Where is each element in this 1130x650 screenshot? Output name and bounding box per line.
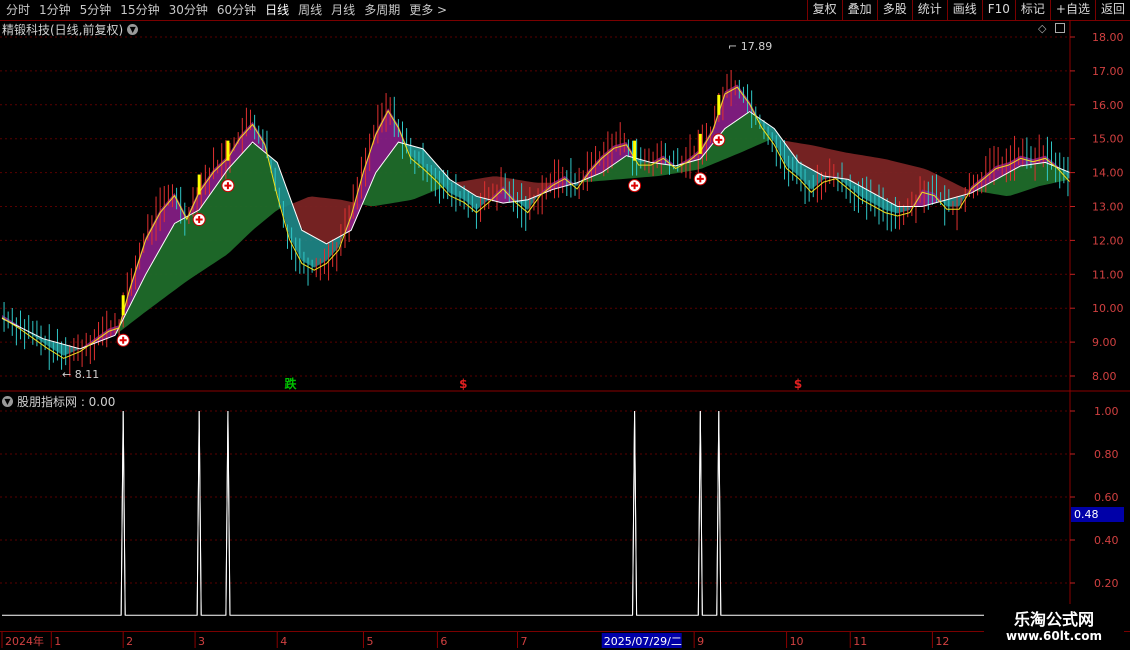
time-label-7: 7	[521, 635, 528, 648]
price-axis-label-4: 14.00	[1092, 167, 1124, 180]
price-axis-label-10: 8.00	[1092, 370, 1117, 383]
signal-marker-0: 跌	[285, 376, 298, 391]
time-label-8: 9	[697, 635, 704, 648]
indicator-axis-label-1: 0.80	[1094, 448, 1119, 461]
trend-ribbons	[2, 84, 1070, 356]
signal-markers: 跌 $ $	[285, 376, 803, 391]
indicator-panel	[0, 390, 1130, 616]
price-axis-label-7: 11.00	[1092, 268, 1124, 281]
time-axis-labels: 2024年 1 2 3 4 5 6 7 9 10 11 122025/07/29/二	[1, 632, 949, 648]
signal-marker-1: $	[459, 377, 467, 391]
indicator-line	[2, 410, 1070, 616]
price-axis-label-2: 16.00	[1092, 99, 1124, 112]
watermark: 乐淘公式网 www.60lt.com	[984, 604, 1124, 648]
low-annotation: ← 8.11	[62, 368, 99, 381]
collapse-icon[interactable]: ▼	[2, 396, 13, 407]
watermark-url: www.60lt.com	[1005, 629, 1103, 643]
price-axis-label-1: 17.00	[1092, 65, 1124, 78]
indicator-axis-label-4: 0.20	[1094, 577, 1119, 590]
high-annotation: ⌐ 17.89	[728, 40, 772, 53]
cursor-value-badge: 0.48	[1071, 507, 1124, 522]
time-label-2: 2	[126, 635, 133, 648]
kline-chart[interactable]: ⌐ 17.89← 8.11 跌 $ $ 18.0017.0016.0015.0014…	[0, 0, 1130, 650]
indicator-spike	[196, 410, 202, 616]
indicator-spike	[225, 410, 231, 616]
time-label-3: 3	[198, 635, 205, 648]
indicator-axis-label-3: 0.40	[1094, 534, 1119, 547]
indicator-spike	[632, 410, 638, 616]
time-label-11: 12	[935, 635, 949, 648]
indicator-header: ▼ 股朋指标网 : 0.00	[2, 393, 115, 410]
price-axis-label-6: 12.00	[1092, 234, 1124, 247]
time-label-6: 6	[440, 635, 447, 648]
indicator-axis: 1.00 0.80 0.60 0.40 0.20	[1070, 405, 1119, 590]
time-axis: 2024年 1 2 3 4 5 6 7 9 10 11 12 2025/07/29/二	[0, 631, 1130, 649]
price-axis-label-3: 15.00	[1092, 133, 1124, 146]
time-label-5: 5	[366, 635, 373, 648]
time-label-10: 11	[853, 635, 867, 648]
indicator-spike	[697, 410, 703, 616]
price-axis-label-5: 13.00	[1092, 201, 1124, 214]
price-axis-label-0: 18.00	[1092, 31, 1124, 44]
indicator-spike	[120, 410, 126, 616]
time-label-9: 10	[790, 635, 804, 648]
indicator-spike	[716, 410, 722, 616]
time-label-4: 4	[280, 635, 287, 648]
price-axis-label-9: 9.00	[1092, 336, 1117, 349]
indicator-label: 股朋指标网 : 0.00	[17, 395, 116, 409]
time-label-0: 2024年	[5, 634, 44, 648]
signal-marker-2: $	[794, 377, 802, 391]
watermark-title: 乐淘公式网	[1013, 610, 1094, 629]
indicator-axis-label-2: 0.60	[1094, 491, 1119, 504]
indicator-axis-label-0: 1.00	[1094, 405, 1119, 418]
time-highlight-label: 2025/07/29/二	[604, 635, 682, 648]
time-label-1: 1	[54, 635, 61, 648]
price-axis-label-8: 10.00	[1092, 302, 1124, 315]
